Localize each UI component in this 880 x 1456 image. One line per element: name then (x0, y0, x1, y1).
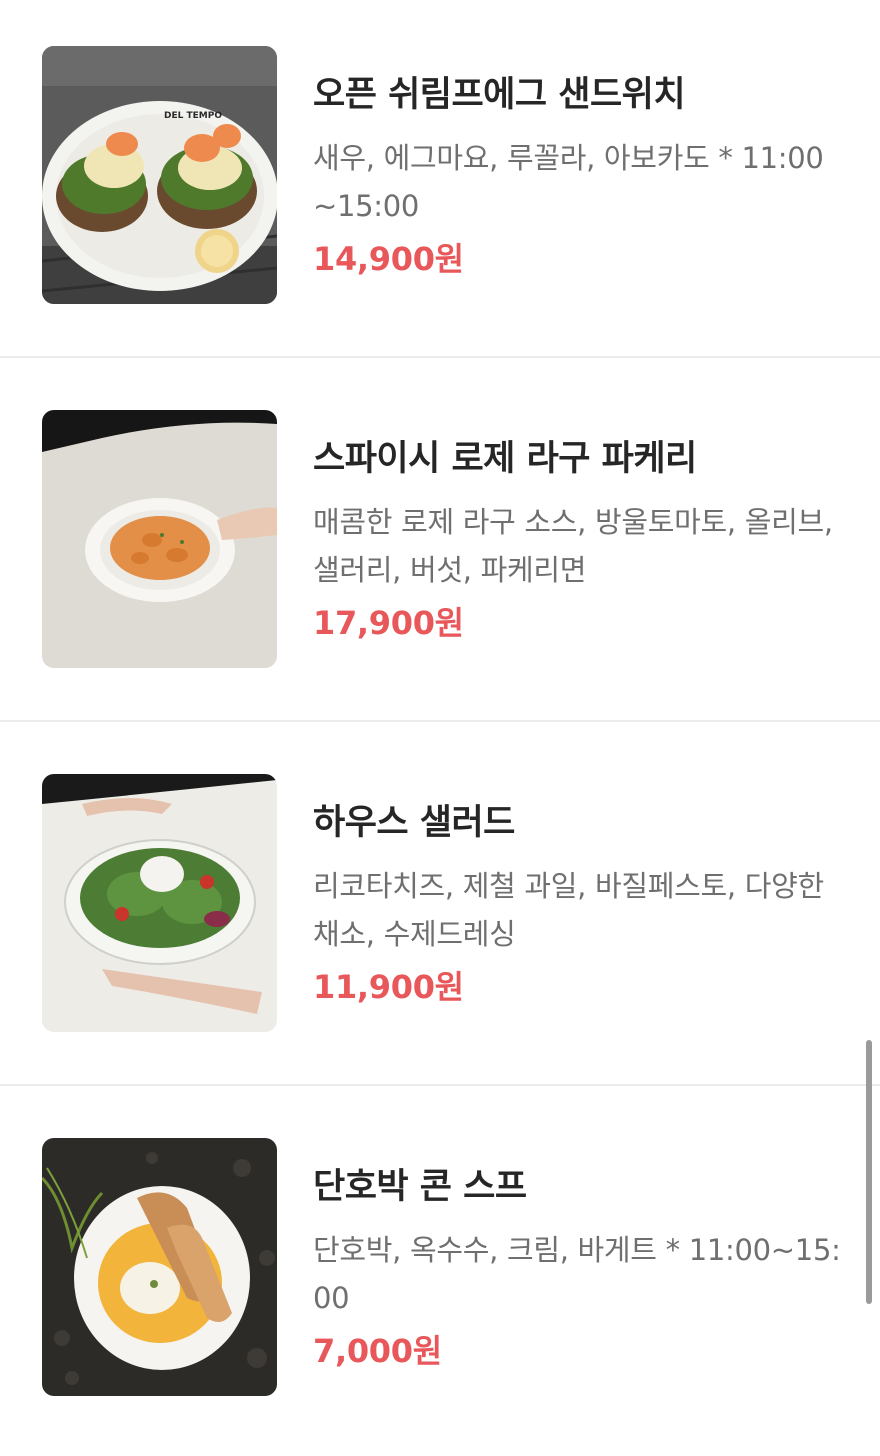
menu-item-image (42, 774, 277, 1032)
menu-item-name: 오픈 쉬림프에그 샌드위치 (313, 75, 686, 115)
menu-item-name: 스파이시 로제 라구 파케리 (313, 439, 697, 479)
sandwich-photo: DEL TEMPO (42, 46, 277, 304)
menu-item-name: 하우스 샐러드 (313, 803, 515, 843)
menu-item-info: 하우스 샐러드 리코타치즈, 제철 과일, 바질페스토, 다양한 채소, 수제드… (313, 794, 843, 1010)
menu-item-pumpkin-corn-soup[interactable]: 단호박 콘 스프 단호박, 옥수수, 크림, 바게트 * 11:00~15:00… (0, 1092, 880, 1456)
menu-item-image: DEL TEMPO (42, 46, 277, 304)
menu-item-price: 11,900원 (313, 968, 464, 1006)
menu-item-info: 스파이시 로제 라구 파케리 매콤한 로제 라구 소스, 방울토마토, 올리브,… (313, 430, 843, 646)
vertical-scrollbar[interactable] (866, 1040, 872, 1304)
menu-item-shrimp-egg-sandwich[interactable]: DEL TEMPO 오픈 쉬림프에그 샌드위치 새우, 에그마요, 루꼴라, 아… (0, 0, 880, 364)
menu-item-price: 14,900원 (313, 240, 464, 278)
divider (0, 356, 880, 358)
menu-item-description: 새우, 에그마요, 루꼴라, 아보카도 * 11:00~15:00 (313, 141, 824, 223)
divider (0, 720, 880, 722)
plate-logo-text: DEL TEMPO (164, 111, 222, 121)
menu-item-info: 단호박 콘 스프 단호박, 옥수수, 크림, 바게트 * 11:00~15:00… (313, 1158, 843, 1374)
menu-item-description: 단호박, 옥수수, 크림, 바게트 * 11:00~15:00 (313, 1233, 841, 1315)
menu-item-spicy-rose-ragu-paccheri[interactable]: 스파이시 로제 라구 파케리 매콤한 로제 라구 소스, 방울토마토, 올리브,… (0, 364, 880, 728)
menu-item-image (42, 1138, 277, 1396)
menu-item-price: 17,900원 (313, 604, 464, 642)
salad-photo (42, 774, 277, 1032)
soup-photo (42, 1138, 277, 1396)
menu-item-description: 매콤한 로제 라구 소스, 방울토마토, 올리브, 샐러리, 버섯, 파케리면 (313, 505, 833, 587)
menu-item-info: 오픈 쉬림프에그 샌드위치 새우, 에그마요, 루꼴라, 아보카도 * 11:0… (313, 66, 843, 282)
menu-item-price: 7,000원 (313, 1332, 442, 1370)
menu-item-description: 리코타치즈, 제철 과일, 바질페스토, 다양한 채소, 수제드레싱 (313, 869, 824, 951)
pasta-photo (42, 410, 277, 668)
divider (0, 1084, 880, 1086)
menu-item-house-salad[interactable]: 하우스 샐러드 리코타치즈, 제철 과일, 바질페스토, 다양한 채소, 수제드… (0, 728, 880, 1092)
menu-item-name: 단호박 콘 스프 (313, 1167, 527, 1207)
menu-item-image (42, 410, 277, 668)
